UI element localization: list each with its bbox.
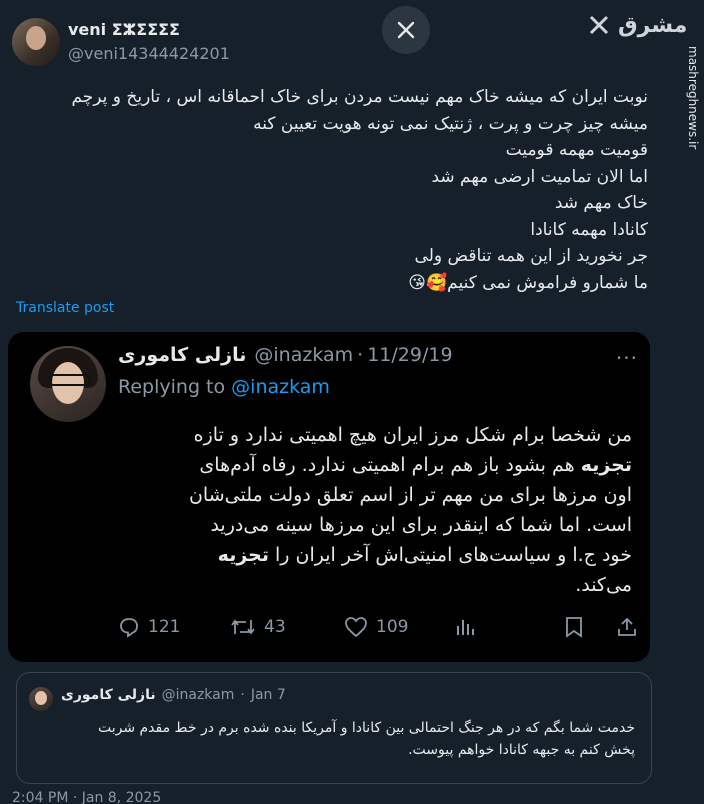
reply-post-text: خدمت شما بگم که در هر جنگ احتمالی بین کا… [35,717,635,761]
post-text-line: ما شمارو فراموش نمی کنیم🥰😘 [408,272,648,293]
quoted-post-text: من شخصا برام شکل مرز ایران هیچ اهمیتی ند… [32,420,632,600]
brand-name: مشرق [618,12,688,38]
x-logo-icon [589,15,609,35]
quoted-author-avatar[interactable] [30,346,106,422]
post-timestamp[interactable]: 2:04 PM · Jan 8, 2025 [12,790,312,804]
replying-to-handle[interactable]: @inazkam [231,376,330,398]
like-count: 109 [376,617,409,637]
heart-icon [345,617,367,638]
share-button[interactable] [616,616,638,638]
bookmark-icon [566,617,582,638]
replying-to: Replying to @inazkam [118,376,330,398]
post-text-line: میشه چیز چرت و پرت ، ژنتیک نمی تونه هویت… [253,113,648,134]
share-icon [618,617,636,636]
separator-dot: · [240,687,245,703]
replying-to-prefix: Replying to [118,376,226,398]
quoted-text-line: تجزیه هم بشود باز هم برام اهمیتی ندارد. … [199,454,632,476]
separator-dot: · [357,344,364,366]
reply-author-handle[interactable]: @inazkam [162,687,235,703]
reply-button[interactable]: 121 [118,616,180,638]
post-text-line: قومیت مهمه قومیت [505,140,648,160]
reply-post-card[interactable]: نازلی کاموری @inazkam · Jan 7 خدمت شما ب… [16,672,652,784]
author-avatar[interactable] [12,18,60,66]
post-text: نوبت ایران که میشه خاک مهم نیست مردن برا… [28,84,648,296]
quoted-text-line: می‌کند. [575,574,632,596]
quoted-text-line: اون مرزها برای من مهم تر از اسم تعلق دول… [188,484,632,506]
quoted-text-line: است. اما شما که اینقدر برای این مرزها سی… [210,514,632,536]
brand-watermark-url: mashreghnews.ir [686,46,700,150]
analytics-icon [457,620,474,635]
bookmark-button[interactable] [564,616,584,638]
brand-logo: مشرق [588,10,687,40]
repost-button[interactable]: 43 [230,616,286,638]
translate-post-link[interactable]: Translate post [16,300,114,316]
author-display-name[interactable]: veni ⵉⵣⵉⵉⵉⵉ [68,20,180,39]
repost-icon [231,619,255,635]
views-button[interactable] [454,616,476,638]
reply-icon [120,618,138,638]
post-text-line: نوبت ایران که میشه خاک مهم نیست مردن برا… [71,87,648,107]
reply-count: 121 [148,617,181,637]
close-icon [397,21,415,39]
quoted-post-card[interactable]: نازلی کاموری @inazkam · 11/29/19 ··· Rep… [8,332,650,662]
quoted-post-date[interactable]: 11/29/19 [367,344,452,366]
post-text-line: کانادا مهمه کانادا [530,219,648,240]
reply-post-date[interactable]: Jan 7 [251,687,286,703]
post-text-line: جر نخورید از این همه تناقض ولی [414,246,648,266]
reply-post-header: نازلی کاموری @inazkam · Jan 7 [61,687,286,703]
like-button[interactable]: 109 [344,616,408,638]
repost-count: 43 [264,617,286,637]
quoted-post-actions: 121 43 109 [112,616,642,646]
quoted-author-handle[interactable]: @inazkam [254,344,353,366]
quoted-text-line: من شخصا برام شکل مرز ایران هیچ اهمیتی ند… [193,424,632,446]
close-button[interactable] [382,6,430,54]
reply-text-line: پخش کنم به جبهه کانادا خواهم پیوست. [408,742,635,758]
post-text-line: اما الان تمامیت ارضی مهم شد [431,166,648,187]
quoted-post-header: نازلی کاموری @inazkam · 11/29/19 [118,344,453,366]
quoted-text-line: خود ج.ا و سیاست‌های امنیتی‌اش آخر ایران … [217,544,632,566]
post-text-line: خاک مهم شد [554,193,648,213]
more-options-icon[interactable]: ··· [616,346,638,370]
quoted-author-name[interactable]: نازلی کاموری [118,344,246,366]
reply-author-avatar[interactable] [29,687,53,711]
reply-text-line: خدمت شما بگم که در هر جنگ احتمالی بین کا… [97,720,635,736]
author-handle[interactable]: @veni14344424201 [68,44,230,63]
reply-author-name[interactable]: نازلی کاموری [61,687,156,703]
